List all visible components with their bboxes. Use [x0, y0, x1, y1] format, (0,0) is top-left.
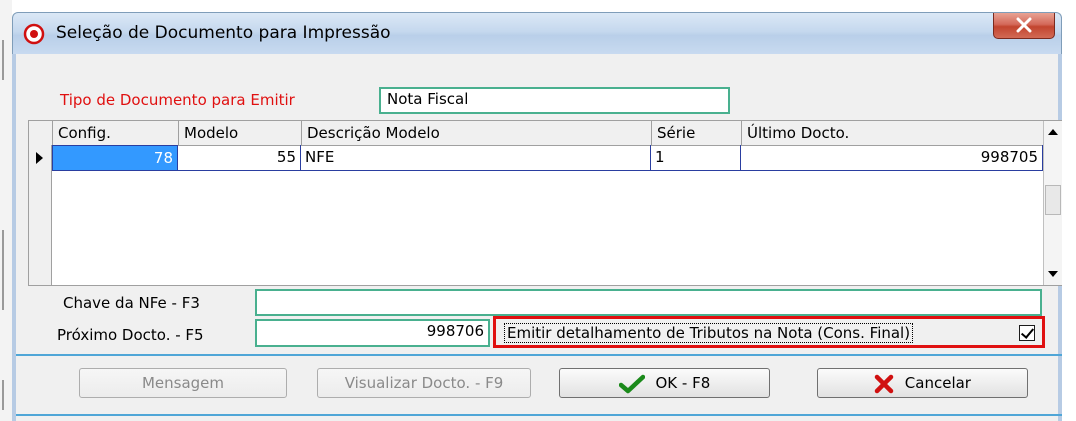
detalhamento-tributos-highlight[interactable]: Emitir detalhamento de Tributos na Nota …: [493, 316, 1045, 348]
column-header-modelo[interactable]: Modelo: [178, 121, 301, 145]
ok-button-label: OK - F8: [655, 374, 711, 392]
check-icon: [618, 374, 645, 393]
tipo-documento-field[interactable]: Nota Fiscal: [379, 87, 730, 114]
current-row-arrow-icon: [36, 152, 43, 164]
row-indicator-column: [29, 171, 52, 285]
cancelar-button[interactable]: Cancelar: [817, 368, 1028, 398]
scroll-up-button[interactable]: [1044, 121, 1062, 143]
cell-serie[interactable]: 1: [651, 145, 741, 171]
title-bar[interactable]: Seleção de Documento para Impressão: [12, 12, 1062, 54]
proximo-docto-label: Próximo Docto. - F5: [57, 326, 204, 344]
window-title: Seleção de Documento para Impressão: [56, 23, 391, 43]
detalhamento-tributos-label[interactable]: Emitir detalhamento de Tributos na Nota …: [504, 323, 914, 343]
mensagem-button-label: Mensagem: [141, 374, 225, 392]
chave-nfe-input[interactable]: [255, 289, 1042, 316]
chave-nfe-label: Chave da NFe - F3: [63, 294, 200, 312]
close-button[interactable]: [993, 13, 1055, 39]
grid-header-indicator: [29, 121, 52, 145]
cell-ultimo[interactable]: 998705: [741, 145, 1043, 171]
cancel-x-icon: [874, 374, 894, 393]
arrow-down-icon: [1048, 271, 1058, 277]
scroll-down-button[interactable]: [1044, 263, 1062, 285]
column-header-config[interactable]: Config.: [52, 121, 178, 145]
document-grid[interactable]: Config. Modelo Descrição Modelo Série Úl…: [28, 120, 1062, 286]
separator-top: [16, 354, 1062, 356]
cell-modelo[interactable]: 55: [178, 145, 301, 171]
visualizar-docto-button[interactable]: Visualizar Docto. - F9: [317, 368, 531, 398]
grid-header: Config. Modelo Descrição Modelo Série Úl…: [29, 121, 1043, 146]
column-header-ultimo[interactable]: Último Docto.: [741, 121, 1043, 145]
separator-bottom: [16, 414, 1062, 416]
row-indicator[interactable]: [29, 145, 52, 171]
grid-vertical-scrollbar[interactable]: [1043, 121, 1062, 285]
cell-descricao[interactable]: NFE: [301, 145, 651, 171]
column-header-serie[interactable]: Série: [651, 121, 741, 145]
checkmark-icon: [1020, 325, 1035, 339]
tipo-documento-label: Tipo de Documento para Emitir: [60, 91, 295, 109]
column-header-descricao[interactable]: Descrição Modelo: [301, 121, 651, 145]
cancelar-button-label: Cancelar: [904, 374, 971, 392]
background-strip: [0, 0, 12, 421]
arrow-up-icon: [1048, 129, 1058, 135]
visualizar-docto-button-label: Visualizar Docto. - F9: [344, 374, 504, 392]
mensagem-button[interactable]: Mensagem: [79, 368, 287, 398]
background-tick: [2, 380, 4, 410]
cell-config[interactable]: 78: [52, 145, 178, 171]
ok-button[interactable]: OK - F8: [559, 368, 770, 398]
detalhamento-tributos-checkbox[interactable]: [1019, 325, 1035, 341]
proximo-docto-input[interactable]: 998706: [255, 319, 490, 347]
app-icon: [23, 23, 45, 45]
close-icon: [1016, 17, 1032, 33]
background-tick: [2, 230, 4, 310]
background-tick: [2, 40, 4, 80]
scroll-thumb[interactable]: [1045, 185, 1061, 215]
